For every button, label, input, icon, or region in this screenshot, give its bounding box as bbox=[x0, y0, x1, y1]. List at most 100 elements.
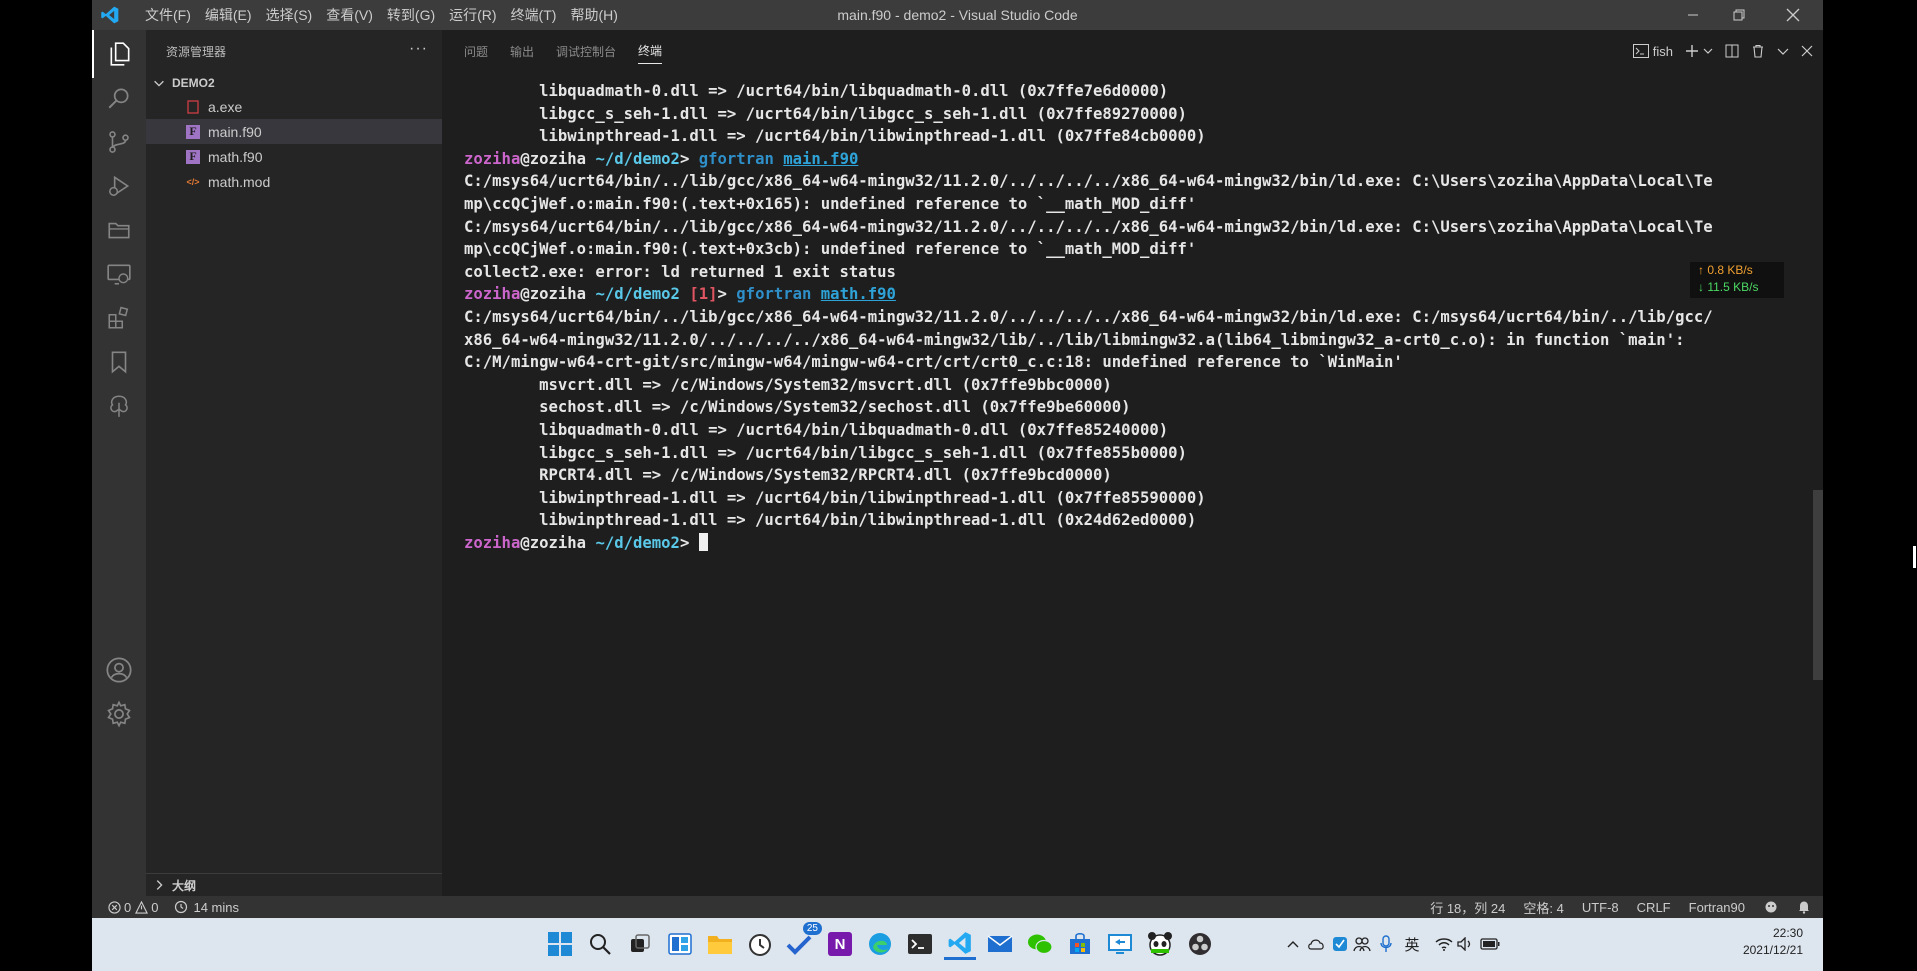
terminal-taskbar-button[interactable] bbox=[904, 928, 936, 960]
obs-button[interactable] bbox=[1184, 928, 1216, 960]
tab-terminal[interactable]: 终端 bbox=[638, 38, 663, 64]
menu-go[interactable]: 转到(G) bbox=[380, 0, 442, 30]
menu-help[interactable]: 帮助(H) bbox=[563, 0, 624, 30]
terminal-line: libwinpthread-1.dll => /ucrt64/bin/libwi… bbox=[464, 125, 1814, 148]
terminal-shell-selector[interactable]: fish bbox=[1632, 44, 1673, 59]
feedback-button[interactable] bbox=[1763, 900, 1779, 914]
problems-indicator[interactable]: 0 0 bbox=[108, 900, 158, 915]
terminal-scrollbar[interactable] bbox=[1813, 490, 1823, 680]
windows-start-icon bbox=[548, 932, 572, 956]
edge-icon bbox=[869, 933, 891, 955]
taskbar-search-button[interactable] bbox=[584, 928, 616, 960]
close-button[interactable] bbox=[1770, 0, 1816, 30]
explorer-activity-button[interactable] bbox=[92, 30, 146, 78]
microphone-tray[interactable] bbox=[1376, 934, 1396, 954]
timer-indicator[interactable]: 14 mins bbox=[174, 900, 239, 915]
split-terminal-button[interactable] bbox=[1725, 44, 1739, 58]
menu-file[interactable]: 文件(F) bbox=[138, 0, 198, 30]
edge-button[interactable] bbox=[864, 928, 896, 960]
file-item[interactable]: </> math.mod bbox=[146, 169, 442, 194]
feedback-icon bbox=[1765, 901, 1777, 913]
accounts-activity-button[interactable] bbox=[92, 646, 146, 694]
close-panel-button[interactable] bbox=[1801, 45, 1813, 57]
input-method-indicator[interactable]: 英 bbox=[1402, 934, 1422, 954]
tab-output[interactable]: 输出 bbox=[510, 39, 534, 64]
bookmarks-icon bbox=[111, 351, 127, 374]
panda-app-icon bbox=[1148, 932, 1172, 956]
extensions-activity-button[interactable] bbox=[92, 294, 146, 342]
indentation[interactable]: 空格: 4 bbox=[1523, 898, 1563, 917]
remote-explorer-activity-button[interactable] bbox=[92, 206, 146, 254]
chevron-down-icon bbox=[154, 80, 164, 87]
source-control-activity-button[interactable] bbox=[92, 118, 146, 166]
clock-app-button[interactable] bbox=[744, 928, 776, 960]
search-activity-button[interactable] bbox=[92, 74, 146, 122]
manage-activity-button[interactable] bbox=[92, 690, 146, 738]
file-item[interactable]: a.exe bbox=[146, 94, 442, 119]
network-speed-overlay: ↑ 0.8 KB/s ↓ 11.5 KB/s bbox=[1690, 262, 1784, 298]
people-tray[interactable] bbox=[1352, 934, 1372, 954]
terminal-segment bbox=[774, 150, 783, 168]
task-view-button[interactable] bbox=[624, 928, 656, 960]
vscode-taskbar-button[interactable] bbox=[944, 928, 976, 960]
wechat-button[interactable] bbox=[1024, 928, 1056, 960]
terminal-line: sechost.dll => /c/Windows/System32/secho… bbox=[464, 396, 1814, 419]
new-terminal-button[interactable] bbox=[1685, 44, 1713, 58]
terminal-segment: gfortran bbox=[698, 149, 774, 168]
widgets-button[interactable] bbox=[664, 928, 696, 960]
terminal-line: mp\ccQCjWef.o:main.f90:(.text+0x3cb): un… bbox=[464, 238, 1814, 261]
menu-edit[interactable]: 编辑(E) bbox=[198, 0, 259, 30]
tab-problems[interactable]: 问题 bbox=[464, 39, 488, 64]
terminal-line: collect2.exe: error: ld returned 1 exit … bbox=[464, 261, 1814, 284]
close-icon bbox=[1786, 8, 1800, 22]
file-item[interactable]: Fmath.f90 bbox=[146, 144, 442, 169]
terminal-segment: C:/msys64/ucrt64/bin/../lib/gcc/x86_64-w… bbox=[464, 217, 1713, 236]
terminal-output[interactable]: libquadmath-0.dll => /ucrt64/bin/libquad… bbox=[464, 80, 1814, 554]
more-actions-button[interactable]: ··· bbox=[409, 40, 428, 58]
file-item[interactable]: Fmain.f90 bbox=[146, 119, 442, 144]
end-of-line[interactable]: CRLF bbox=[1637, 900, 1671, 915]
encoding[interactable]: UTF-8 bbox=[1582, 900, 1619, 915]
taskbar-clock[interactable]: 22:30 2021/12/21 bbox=[1743, 925, 1803, 959]
notifications-button[interactable] bbox=[1797, 900, 1811, 914]
tree-activity-button[interactable] bbox=[92, 382, 146, 430]
wifi-tray[interactable] bbox=[1434, 934, 1454, 954]
terminal-segment bbox=[680, 285, 689, 303]
run-debug-activity-button[interactable] bbox=[92, 162, 146, 210]
terminal-segment: libgcc_s_seh-1.dll => /ucrt64/bin/libgcc… bbox=[464, 104, 1187, 123]
mail-button[interactable] bbox=[984, 928, 1016, 960]
terminal-segment bbox=[811, 285, 820, 303]
bookmarks-activity-button[interactable] bbox=[92, 338, 146, 386]
remote-activity-button[interactable] bbox=[92, 250, 146, 298]
file-explorer-taskbar-button[interactable] bbox=[704, 928, 736, 960]
terminal-segment: collect2.exe: error: ld returned 1 exit … bbox=[464, 262, 896, 281]
minimize-button[interactable] bbox=[1670, 0, 1716, 30]
onenote-button[interactable]: N bbox=[824, 928, 856, 960]
kill-terminal-button[interactable] bbox=[1751, 44, 1765, 58]
cursor-position[interactable]: 行 18，列 24 bbox=[1430, 898, 1505, 917]
battery-tray[interactable] bbox=[1480, 934, 1500, 954]
maximize-panel-button[interactable] bbox=[1777, 45, 1789, 57]
panda-app-button[interactable] bbox=[1144, 928, 1176, 960]
show-hidden-icons-button[interactable] bbox=[1284, 934, 1302, 954]
volume-tray[interactable] bbox=[1456, 934, 1476, 954]
tab-debug-console[interactable]: 调试控制台 bbox=[556, 39, 616, 64]
remote-desktop-button[interactable] bbox=[1104, 928, 1136, 960]
menu-run[interactable]: 运行(R) bbox=[442, 0, 503, 30]
outline-section[interactable]: 大纲 bbox=[146, 873, 448, 896]
close-icon bbox=[1801, 45, 1813, 57]
menu-terminal[interactable]: 终端(T) bbox=[504, 0, 564, 30]
menu-view[interactable]: 查看(V) bbox=[319, 0, 380, 30]
app-tray[interactable] bbox=[1330, 934, 1350, 954]
folder-demo2[interactable]: DEMO2 bbox=[146, 72, 442, 94]
menu-selection[interactable]: 选择(S) bbox=[259, 0, 320, 30]
remote-icon bbox=[107, 264, 131, 285]
store-button[interactable] bbox=[1064, 928, 1096, 960]
language-mode[interactable]: Fortran90 bbox=[1689, 900, 1745, 915]
terminal-line: zoziha@zoziha ~/d/demo2> bbox=[464, 532, 1814, 555]
start-button[interactable] bbox=[544, 928, 576, 960]
restore-button[interactable] bbox=[1716, 0, 1762, 30]
todo-button[interactable]: 25 bbox=[784, 922, 822, 960]
terminal-segment: > bbox=[679, 533, 699, 552]
onedrive-tray[interactable] bbox=[1306, 934, 1326, 954]
